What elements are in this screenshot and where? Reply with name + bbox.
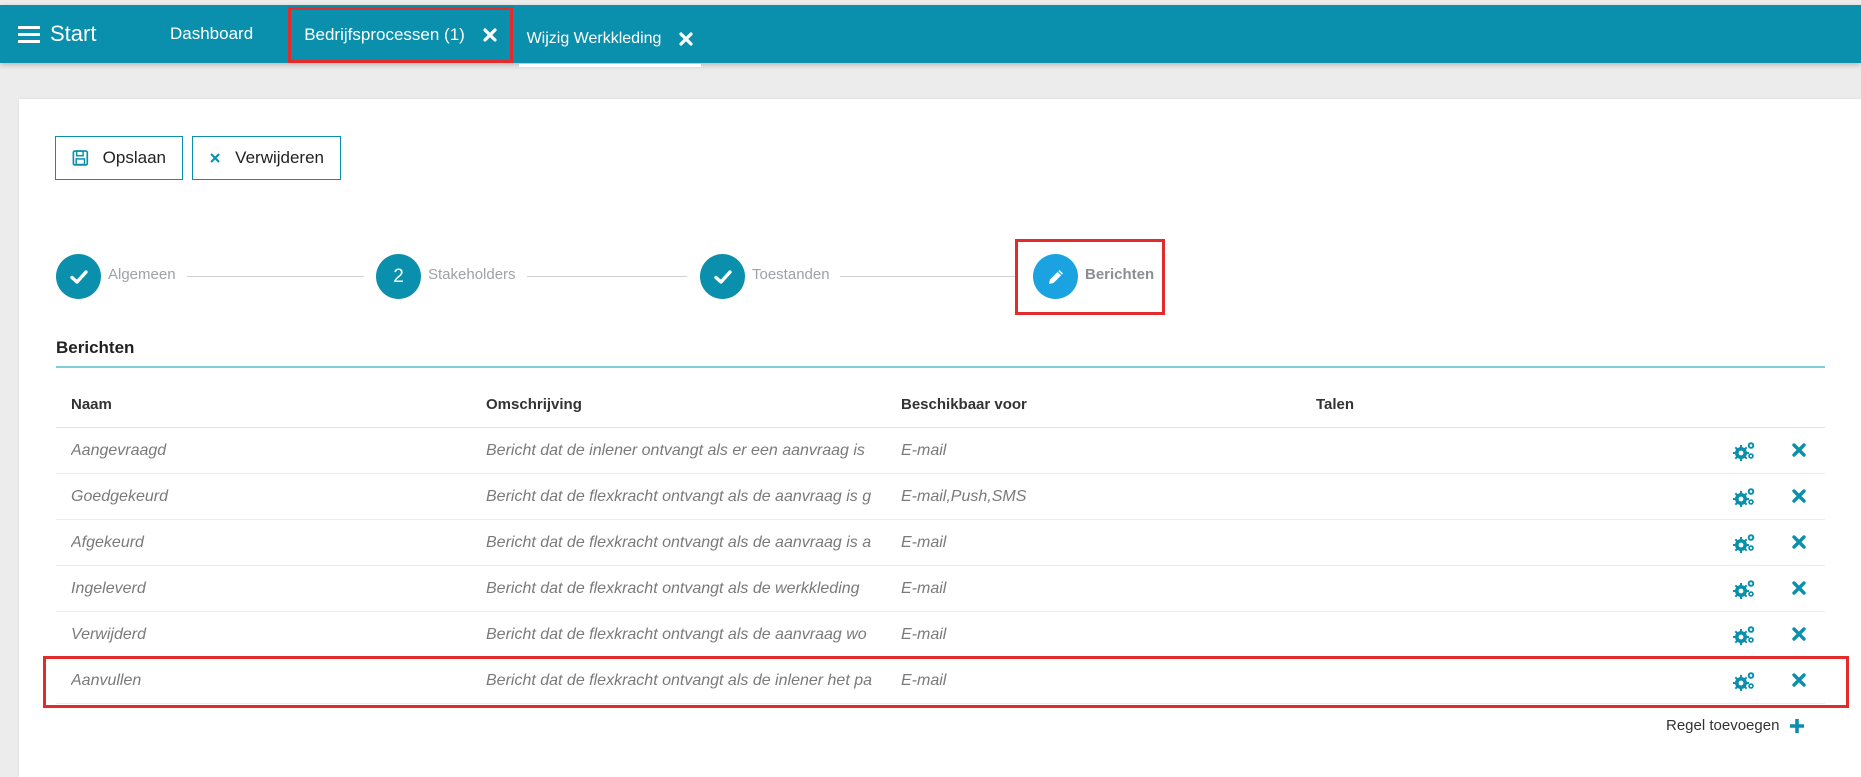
add-row-label: Regel toevoegen (1666, 717, 1780, 734)
gears-settings-icon[interactable] (1732, 486, 1756, 508)
step-berichten-label[interactable]: Berichten (1085, 266, 1154, 283)
step-stakeholders-label[interactable]: Stakeholders (428, 266, 516, 283)
close-tab-icon[interactable] (483, 28, 497, 42)
tab-dashboard-label: Dashboard (170, 24, 254, 43)
tab-bedrijfsprocessen[interactable]: Bedrijfsprocessen (1) (288, 7, 513, 63)
cell-omschrijving: Bericht dat de inlener ontvangt als er e… (486, 441, 865, 459)
close-icon (210, 153, 220, 163)
cell-naam: Verwijderd (71, 625, 146, 643)
checkmark-icon (713, 269, 732, 284)
delete-row-icon[interactable] (1791, 626, 1807, 642)
table-row[interactable]: Ingeleverd Bericht dat de flexkracht ont… (56, 566, 1825, 612)
delete-row-icon[interactable] (1791, 580, 1807, 596)
cell-omschrijving: Bericht dat de flexkracht ontvangt als d… (486, 625, 867, 643)
step-toestanden-circle[interactable] (700, 254, 745, 299)
step-number: 2 (393, 265, 404, 287)
tab-dashboard[interactable]: Dashboard (170, 5, 253, 63)
close-tab-icon[interactable] (679, 31, 694, 46)
cell-beschikbaar-voor: E-mail (901, 625, 947, 643)
stepper-connector (840, 276, 1018, 277)
gears-settings-icon[interactable] (1732, 532, 1756, 554)
row-highlight-aanvullen (43, 656, 1849, 708)
save-button[interactable]: Opslaan (55, 136, 183, 180)
tab-wijzig-werkkleding[interactable]: Wijzig Werkkleding (519, 13, 701, 67)
table-row[interactable]: Afgekeurd Bericht dat de flexkracht ontv… (56, 520, 1825, 566)
cell-beschikbaar-voor: E-mail (901, 579, 947, 597)
hamburger-menu-icon (18, 26, 40, 43)
stepper-connector (187, 276, 364, 277)
cell-naam: Goedgekeurd (71, 487, 168, 505)
plus-icon (1790, 718, 1805, 733)
table-row[interactable]: Aangevraagd Bericht dat de inlener ontva… (56, 428, 1825, 474)
cell-naam: Aangevraagd (71, 441, 167, 459)
cell-omschrijving: Bericht dat de flexkracht ontvangt als d… (486, 487, 872, 505)
start-menu-button[interactable]: Start (18, 5, 96, 63)
add-row-button[interactable]: Regel toevoegen (1666, 717, 1805, 734)
gears-settings-icon[interactable] (1732, 440, 1756, 462)
cell-beschikbaar-voor: E-mail (901, 441, 947, 459)
cell-omschrijving: Bericht dat de flexkracht ontvangt als d… (486, 533, 872, 551)
section-divider (56, 366, 1825, 368)
tab-wijzig-werkkleding-label: Wijzig Werkkleding (526, 29, 662, 47)
delete-button-label: Verwijderen (235, 148, 324, 167)
cell-beschikbaar-voor: E-mail (901, 533, 947, 551)
cell-naam: Ingeleverd (71, 579, 146, 597)
section-title: Berichten (56, 338, 135, 357)
table-row[interactable]: Verwijderd Bericht dat de flexkracht ont… (56, 612, 1825, 658)
column-header-omschrijving: Omschrijving (486, 396, 582, 413)
cell-beschikbaar-voor: E-mail,Push,SMS (901, 487, 1027, 505)
pencil-icon (1048, 269, 1063, 284)
step-toestanden-label[interactable]: Toestanden (752, 266, 830, 283)
gears-settings-icon[interactable] (1732, 578, 1756, 600)
start-label: Start (50, 21, 97, 46)
tab-bedrijfsprocessen-label: Bedrijfsprocessen (1) (304, 25, 465, 44)
column-header-beschikbaar-voor: Beschikbaar voor (901, 396, 1027, 413)
column-header-talen: Talen (1316, 396, 1355, 413)
top-navigation-bar: Start Dashboard Bedrijfsprocessen (1) Wi… (0, 5, 1861, 67)
floppy-disk-icon (72, 150, 89, 166)
delete-row-icon[interactable] (1791, 488, 1807, 504)
delete-row-icon[interactable] (1791, 534, 1807, 550)
gears-settings-icon[interactable] (1732, 624, 1756, 646)
stepper-connector (527, 276, 687, 277)
save-button-label: Opslaan (102, 148, 166, 167)
delete-row-icon[interactable] (1791, 442, 1807, 458)
column-header-naam: Naam (71, 396, 112, 413)
cell-naam: Afgekeurd (71, 533, 144, 551)
step-algemeen-label[interactable]: Algemeen (108, 266, 176, 283)
checkmark-icon (69, 269, 88, 284)
delete-button[interactable]: Verwijderen (192, 136, 341, 180)
table-row[interactable]: Goedgekeurd Bericht dat de flexkracht on… (56, 474, 1825, 520)
step-algemeen-circle[interactable] (56, 254, 101, 299)
step-stakeholders-circle[interactable]: 2 (376, 254, 421, 299)
step-berichten-circle[interactable] (1033, 254, 1078, 299)
cell-omschrijving: Bericht dat de flexkracht ontvangt als d… (486, 579, 860, 597)
